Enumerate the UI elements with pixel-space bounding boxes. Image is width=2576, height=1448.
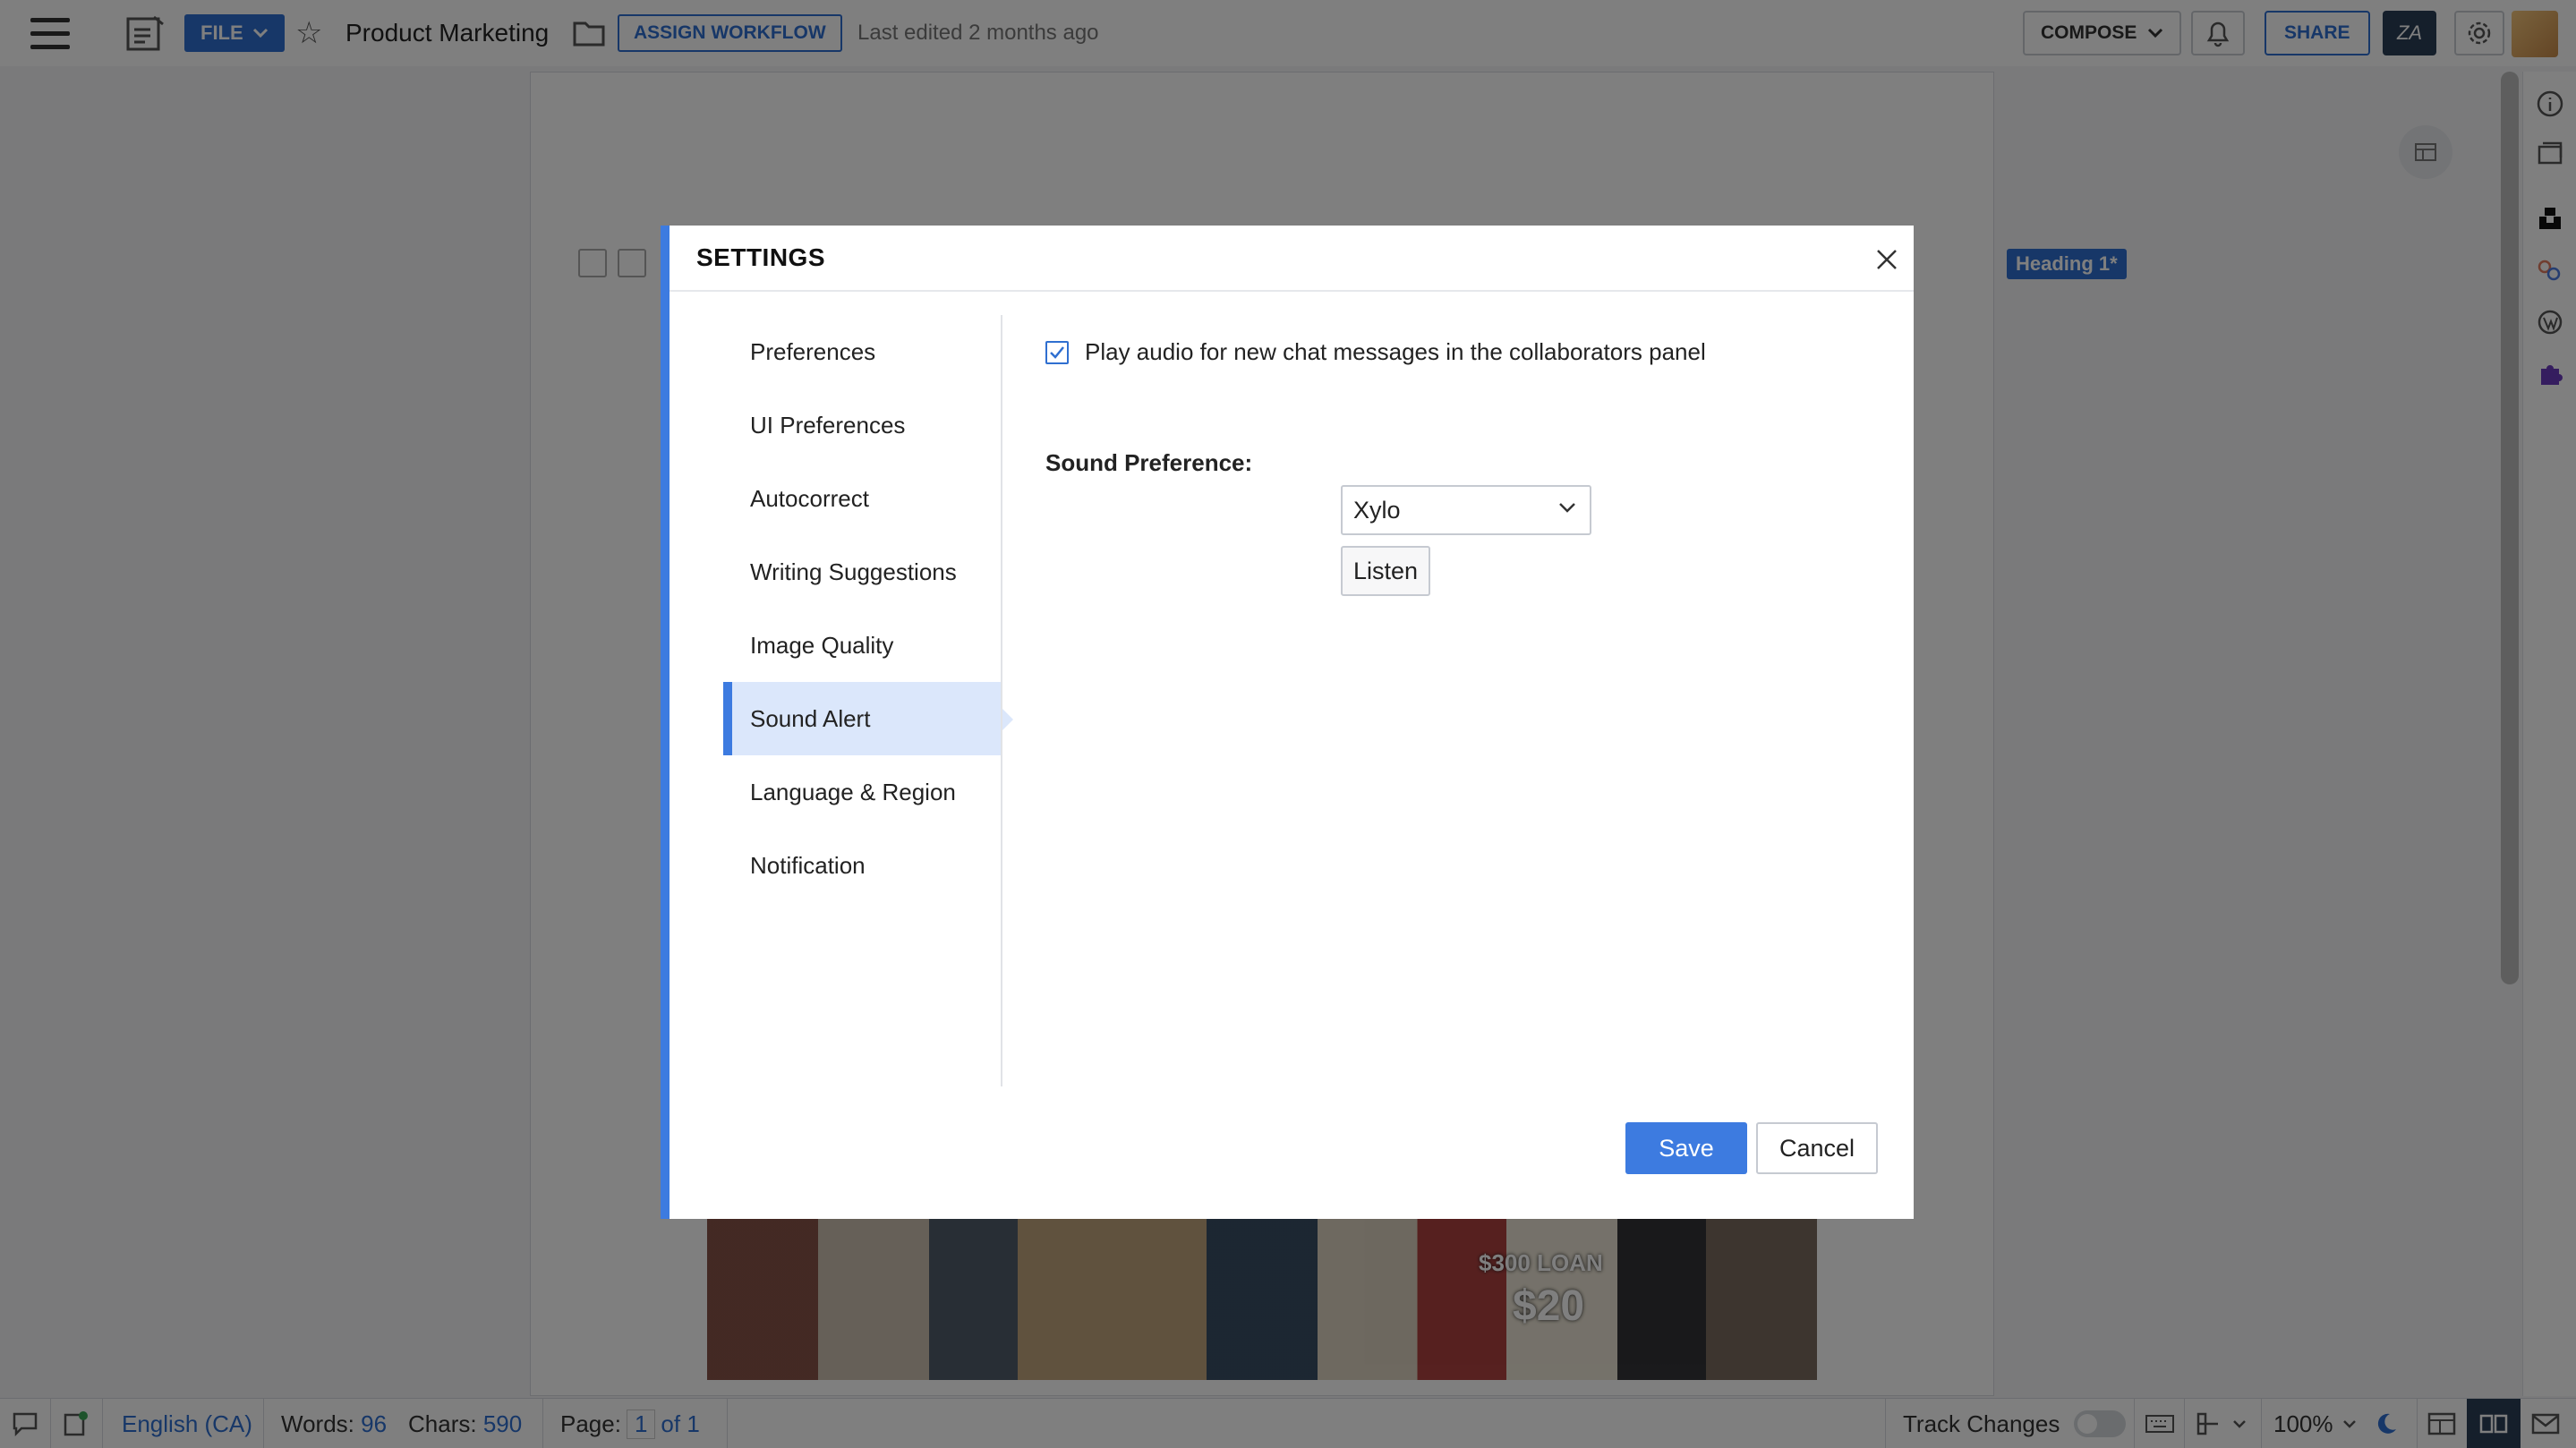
nav-item-label: Notification — [750, 851, 866, 879]
nav-item-label: Preferences — [750, 337, 876, 365]
nav-item-label: Autocorrect — [750, 484, 869, 512]
sound-preference-value: Xylo — [1353, 496, 1401, 524]
sound-preference-label: Sound Preference: — [1045, 449, 1253, 476]
chevron-down-icon — [1559, 503, 1575, 513]
save-button[interactable]: Save — [1625, 1122, 1747, 1174]
listen-button[interactable]: Listen — [1341, 546, 1431, 596]
nav-item-autocorrect[interactable]: Autocorrect — [723, 462, 1001, 535]
settings-nav: Preferences UI Preferences Autocorrect W… — [723, 315, 1013, 1086]
nav-item-notification[interactable]: Notification — [723, 829, 1001, 902]
nav-item-label: Image Quality — [750, 631, 894, 659]
nav-item-sound-alert[interactable]: Sound Alert — [723, 682, 1013, 755]
cancel-button[interactable]: Cancel — [1756, 1122, 1878, 1174]
nav-item-language-region[interactable]: Language & Region — [723, 755, 1001, 829]
nav-item-image-quality[interactable]: Image Quality — [723, 609, 1001, 682]
settings-dialog: SETTINGS Preferences UI Preferences Auto… — [661, 226, 1914, 1219]
nav-item-label: Sound Alert — [750, 704, 871, 732]
sound-preference-select[interactable]: Xylo — [1341, 485, 1591, 535]
nav-item-label: Writing Suggestions — [750, 558, 957, 585]
nav-item-label: UI Preferences — [750, 411, 906, 439]
dialog-title: SETTINGS — [696, 243, 826, 271]
nav-item-writing-suggestions[interactable]: Writing Suggestions — [723, 535, 1001, 609]
sound-alert-panel: Play audio for new chat messages in the … — [1045, 315, 1905, 1085]
play-audio-label: Play audio for new chat messages in the … — [1085, 338, 1706, 365]
checkmark-icon — [1050, 345, 1064, 359]
nav-item-ui-preferences[interactable]: UI Preferences — [723, 388, 1001, 462]
play-audio-row[interactable]: Play audio for new chat messages in the … — [1045, 338, 1706, 366]
nav-item-label: Language & Region — [750, 778, 956, 805]
close-icon[interactable] — [1874, 247, 1899, 272]
nav-item-preferences[interactable]: Preferences — [723, 315, 1001, 388]
settings-dialog-header: SETTINGS — [670, 226, 1914, 292]
play-audio-checkbox[interactable] — [1045, 340, 1069, 364]
